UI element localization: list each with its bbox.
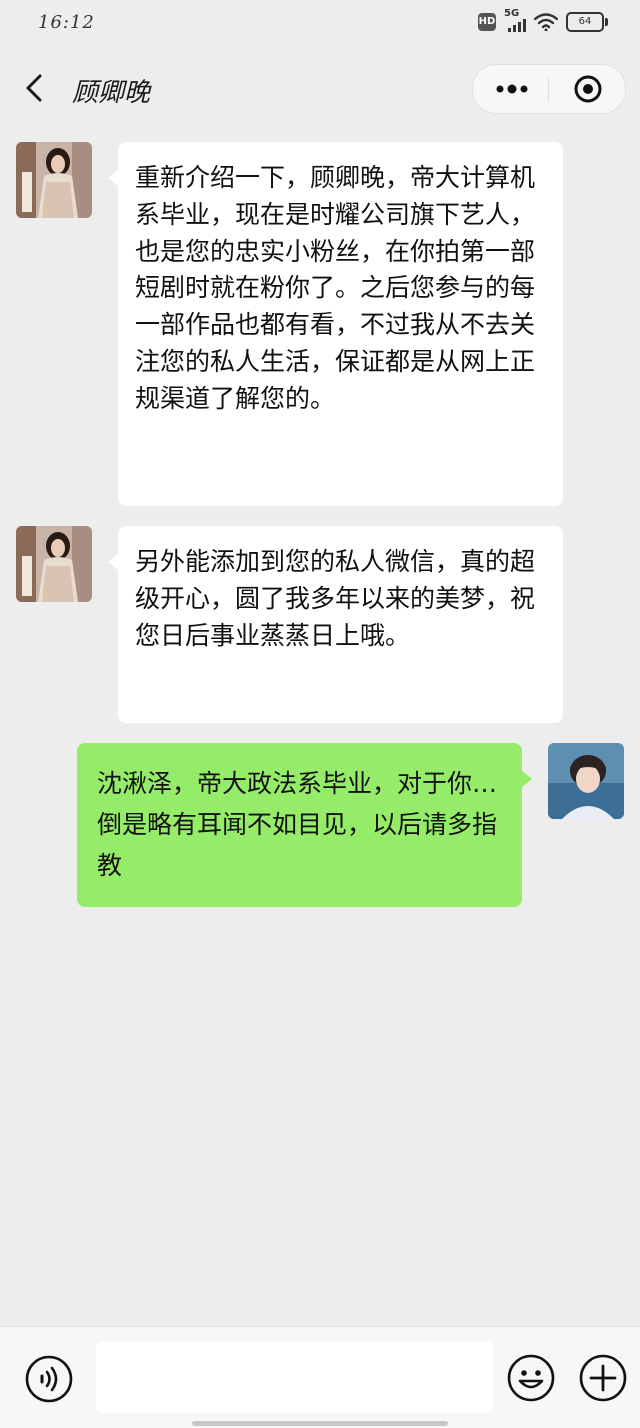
self-avatar-image [548, 743, 624, 819]
network-type: 5G [504, 8, 520, 19]
battery-icon: 64 [566, 12, 608, 32]
home-indicator [192, 1421, 448, 1426]
close-target-icon[interactable] [573, 74, 603, 104]
chat-title: 顾卿晚 [72, 78, 151, 108]
more-options-icon[interactable] [495, 77, 529, 101]
contact-avatar-image [16, 142, 92, 218]
emoji-icon[interactable] [506, 1353, 556, 1403]
message-bubble-outgoing[interactable]: 沈湫泽，帝大政法系毕业，对于你…倒是略有耳闻不如目见，以后请多指教 [77, 743, 532, 907]
contact-avatar-image [16, 526, 92, 602]
chat-header: 顾卿晚 [0, 60, 640, 116]
message-bubble-incoming[interactable]: 重新介绍一下，顾卿晚，帝大计算机系毕业，现在是时耀公司旗下艺人，也是您的忠实小粉… [108, 142, 563, 506]
voice-input-icon[interactable] [24, 1354, 74, 1404]
hd-icon: HD [478, 13, 496, 31]
message-bubble-incoming[interactable]: 另外能添加到您的私人微信，真的超级开心，圆了我多年以来的美梦，祝您日后事业蒸蒸日… [108, 526, 563, 723]
wifi-icon [534, 13, 558, 31]
contact-avatar[interactable] [16, 526, 92, 602]
status-time: 16:12 [38, 12, 95, 33]
chat-input-bar [0, 1326, 640, 1428]
message-input[interactable] [96, 1341, 493, 1413]
capsule-divider [548, 77, 549, 101]
back-arrow-icon[interactable] [20, 72, 50, 104]
more-actions-plus-icon[interactable] [578, 1353, 628, 1403]
contact-avatar[interactable] [16, 142, 92, 218]
mini-program-capsule [472, 64, 626, 114]
self-avatar[interactable] [548, 743, 624, 819]
status-icons: HD 5G 64 [478, 8, 608, 32]
signal-icon: 5G [504, 8, 526, 32]
status-bar: 16:12 HD 5G 64 [0, 0, 640, 48]
